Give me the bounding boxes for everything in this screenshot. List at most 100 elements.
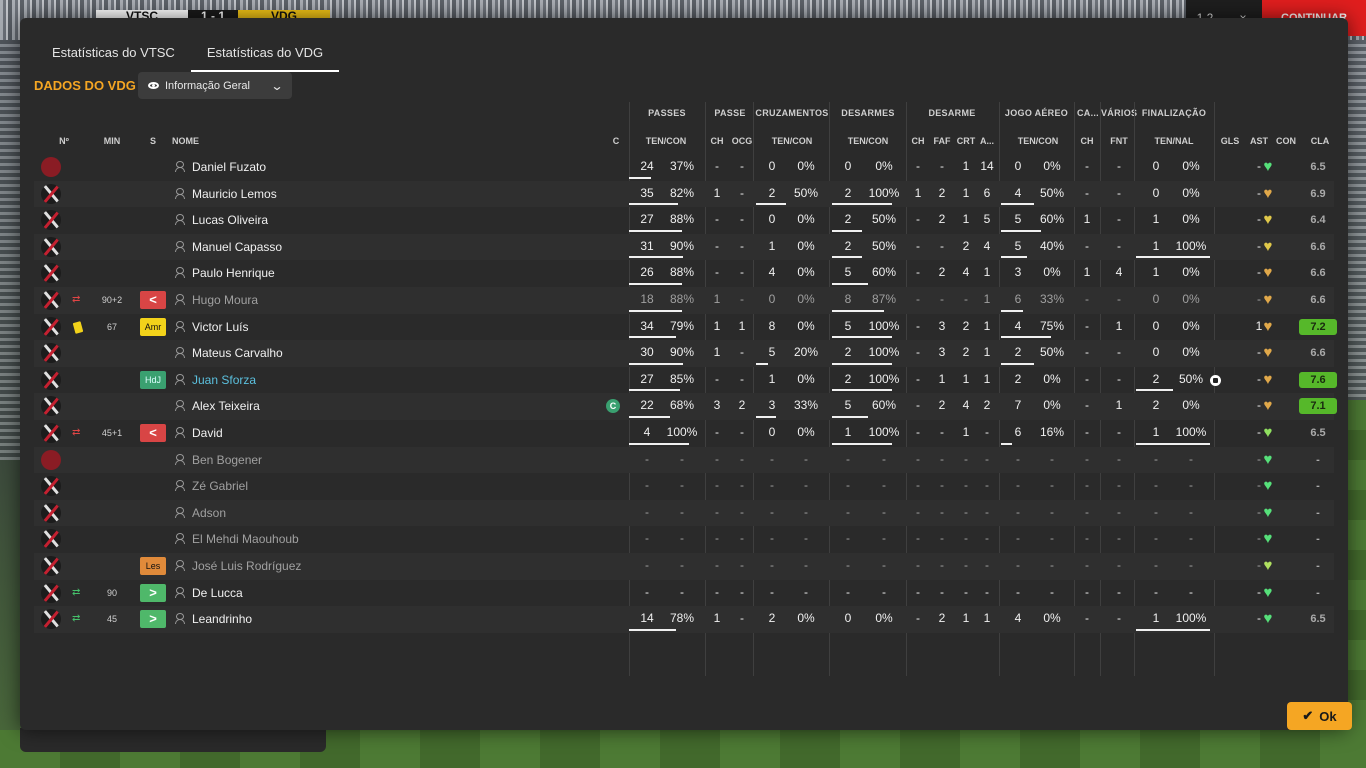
column-header-1[interactable]: MIN [102,136,122,146]
column-header-5[interactable]: TEN/CON [640,136,692,146]
table-row[interactable]: Mateus Carvalho 30 90% 1-5 20% 2 100% -3 2 1 2 50% -… [34,340,1334,367]
table-row[interactable]: HdJ Juan Sforza 27 85% - -1 0% 2 100% -1 1 1 2 0% - -2 5… [34,367,1337,394]
column-header-4[interactable]: C [610,136,622,146]
player-name[interactable]: Lucas Oliveira [192,207,268,233]
player-name[interactable]: José Luis Rodríguez [192,553,301,579]
interceptions: - [916,291,920,306]
table-row[interactable]: Lucas Oliveira 27 88% - -0 0% 2 50% -2 1 5 5 60% 1-1 0… [34,207,1334,234]
player-name[interactable]: Daniel Fuzato [192,154,266,180]
crosses-pct: 0% [797,611,815,626]
stat-cach: - [1085,531,1089,546]
column-header-12[interactable]: CRT [956,136,976,146]
player-name[interactable]: David [192,420,223,446]
player-name[interactable]: De Lucca [192,580,243,606]
cards: - [1085,371,1089,386]
crosses-attempted: 0 [768,212,776,227]
column-header-17[interactable]: TEN/NAL [1150,136,1198,146]
chances-created: - [740,212,744,227]
column-header-10[interactable]: CH [911,136,925,146]
player-name[interactable]: Manuel Capasso [192,234,282,260]
crosses-pct: 0% [797,424,815,439]
view-dropdown[interactable]: Informação Geral ⌄ [138,72,292,99]
check-icon: ✔ [1302,708,1314,723]
column-header-20[interactable]: CON [1274,136,1298,146]
column-header-0[interactable]: Nº [54,136,74,146]
player-name[interactable]: Hugo Moura [192,287,258,313]
column-header-14[interactable]: TEN/CON [1014,136,1062,146]
table-row[interactable]: El Mehdi Maouhoub - - - - - - - - - - - - - - - - - - - ♥ - [34,526,1334,553]
aerial-attempted: 2 [1014,371,1022,386]
table-row[interactable]: ⇄ 90 > De Lucca - - - - - - - - - - - - - - - - - - - ♥ - [34,580,1334,607]
fouls-against: - [1117,371,1121,386]
player-name[interactable]: Paulo Henrique [192,260,275,286]
table-row[interactable]: Adson - - - - - - - - - - - - - - - - - - - ♥ - [34,499,1334,527]
stat-faf: - [940,557,944,572]
ok-button[interactable]: ✔ Ok [1287,702,1352,730]
tab-vtsc-stats[interactable]: Estatísticas do VTSC [36,18,191,72]
table-row[interactable]: Ben Bogener - - - - - - - - - - - - - - - - - - - ♥ - [34,446,1334,474]
yellow-card-icon [72,320,84,334]
player-name[interactable]: El Mehdi Maouhoub [192,526,299,552]
stat-des0: - [846,451,850,466]
table-row[interactable]: Mauricio Lemos 35 82% 1-2 50% 2 100% 1 2 1 6 4 50% - -… [34,180,1334,208]
stat-cru0: - [770,531,774,546]
player-name[interactable]: Juan Sforza [192,367,256,393]
table-row[interactable]: Les José Luis Rodríguez - - - - - - - - - - - - - - - - - -… [34,552,1334,580]
table-row[interactable]: Zé Gabriel - - - - - - - - - - - - - - - - - - - ♥ - [34,473,1334,500]
player-rating: 7.2 [1299,318,1337,335]
club-crest-icon [41,157,61,177]
column-header-11[interactable]: FAF [932,136,952,146]
cards: - [1085,291,1089,306]
stat-faf: - [940,504,944,519]
column-header-9[interactable]: TEN/CON [840,136,896,146]
stat-des1: - [882,584,886,599]
player-rating: 7.1 [1299,398,1337,415]
stat-a: - [985,531,989,546]
chances-created: - [740,185,744,200]
table-row[interactable]: Paulo Henrique 26 88% - -4 0% 5 60% -2 4 1 3 0% 1 4 1 0%… [34,260,1334,287]
passes-pct: 37% [669,159,695,173]
stat-pas0: - [645,504,649,519]
table-row[interactable]: Alex Teixeira C 22 68% 3 2 3 33% 5 60% -2 4 2 7 0% -1 2 0… [34,393,1337,420]
table-row[interactable]: Daniel Fuzato 24 37% - -0 0% 0 0% - -1 14 0 0% - -0 0% -… [34,154,1334,181]
column-header-18[interactable]: GLS [1218,136,1242,146]
column-header-2[interactable]: S [146,136,160,146]
column-header-16[interactable]: FNT [1108,136,1130,146]
club-crest-icon [41,369,61,390]
tab-vdg-stats[interactable]: Estatísticas do VDG [190,18,340,72]
column-header-19[interactable]: AST [1248,136,1270,146]
status-badge: < [140,423,166,442]
column-header-15[interactable]: CH [1080,136,1094,146]
player-name[interactable]: Ben Bogener [192,447,262,473]
table-row[interactable]: 67 Amr Victor Luís 34 79% 1 1 8 0% 5 100% -3 2 1 4 75% -… [34,314,1337,341]
fouls: 2 [938,185,946,200]
shots-attempted: 0 [1152,318,1160,333]
column-header-13[interactable]: A... [978,136,996,146]
column-header-7[interactable]: OCG [731,136,753,146]
headers: 4 [983,238,991,253]
player-name[interactable]: Alex Teixeira [192,393,260,419]
stat-faf: - [940,478,944,493]
player-name[interactable]: Mauricio Lemos [192,181,277,207]
table-row[interactable]: ⇄ 45+1 < David 4 100% - -0 0% 1 100% - -1-6 16% - -1 100… [34,420,1334,447]
table-row[interactable]: ⇄ 90+2 < Hugo Moura 18 88% 1-0 0% 8 87% - - -1 6 33% - -… [34,286,1334,314]
player-name[interactable]: Zé Gabriel [192,473,248,499]
table-row[interactable]: ⇄ 45 > Leandrinho 14 78% 1-2 0% 0 0% -2 1 1 4 0% - -1 100… [34,606,1334,633]
clearances: 4 [962,265,970,280]
column-header-3[interactable]: NOME [172,136,212,146]
stats-panel: Estatísticas do VTSC Estatísticas do VDG… [20,18,1352,730]
player-name[interactable]: Adson [192,500,226,526]
column-header-6[interactable]: CH [710,136,724,146]
stat-aer1: - [1050,557,1054,572]
stat-pas1: - [680,451,684,466]
player-name[interactable]: Mateus Carvalho [192,340,283,366]
stat-pas0: - [645,478,649,493]
club-crest-icon [41,449,61,470]
column-header-21[interactable]: CLA [1308,136,1332,146]
player-name[interactable]: Victor Luís [192,314,248,340]
player-name[interactable]: Leandrinho [192,606,252,632]
club-crest-icon [41,555,61,576]
column-header-8[interactable]: TEN/CON [764,136,820,146]
table-row[interactable]: Manuel Capasso 31 90% - -1 0% 2 50% - -2 4 5 40% - -1 1… [34,233,1334,261]
status-badge: Amr [140,317,166,336]
